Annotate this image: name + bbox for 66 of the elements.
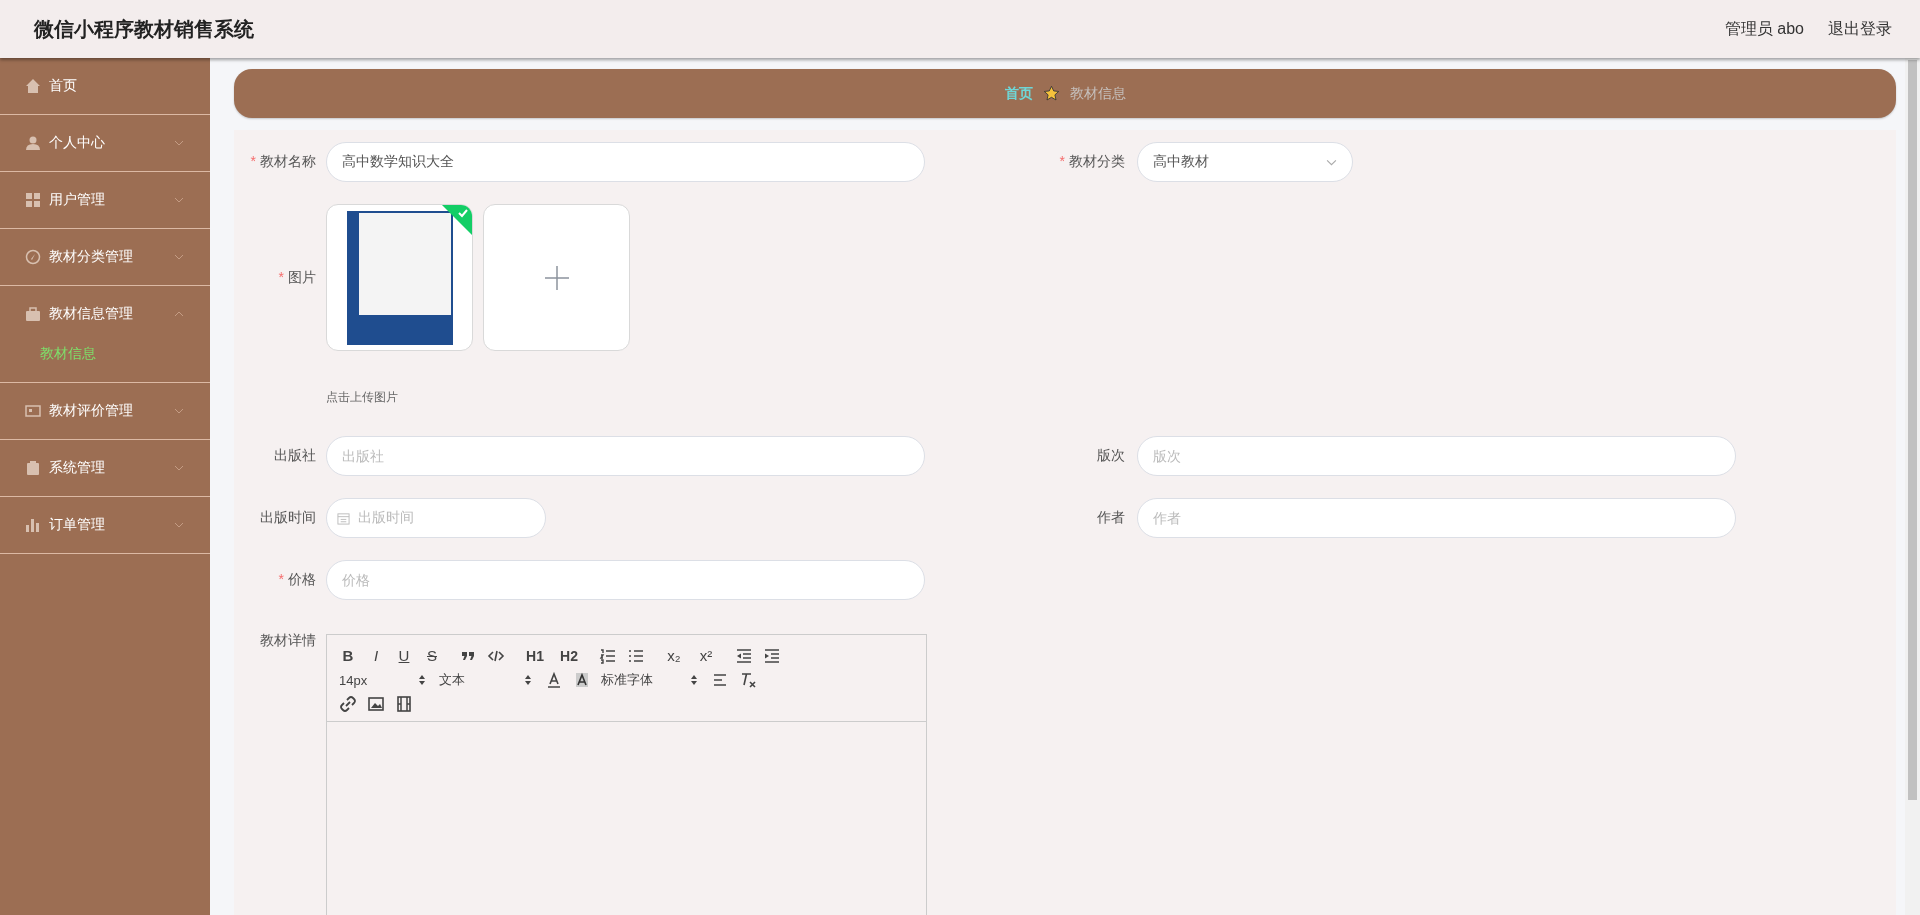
updown-icon <box>419 675 425 685</box>
field-label: 出版时间 <box>259 509 316 527</box>
star-icon <box>1042 85 1060 102</box>
picture-icon <box>25 403 41 419</box>
price-input[interactable]: 价格 <box>326 560 925 600</box>
sidebar-item[interactable]: 首页 <box>0 58 210 114</box>
picker-select[interactable]: 标准字体 <box>601 671 701 689</box>
chevron-down-icon <box>1326 158 1337 166</box>
sidebar-item[interactable]: 教材分类管理 <box>0 229 210 285</box>
sup-button[interactable]: x² <box>695 647 717 665</box>
image-icon[interactable] <box>367 695 385 713</box>
numbered-list-icon[interactable] <box>599 647 617 665</box>
edition-input[interactable]: 版次 <box>1137 436 1736 476</box>
field-label: * 教材分类 <box>1058 153 1125 171</box>
sidebar-item[interactable]: 订单管理 <box>0 497 210 553</box>
bar-chart-icon <box>25 517 41 533</box>
logout-link[interactable]: 退出登录 <box>1828 18 1892 40</box>
field-label: * 教材名称 <box>249 153 316 171</box>
align-left-icon[interactable] <box>711 671 729 689</box>
name-input[interactable]: 高中数学知识大全 <box>326 142 925 182</box>
plus-icon <box>544 265 569 290</box>
field-label: 版次 <box>1096 447 1125 465</box>
link-icon[interactable] <box>339 695 357 713</box>
breadcrumb-item: 教材信息 <box>1069 84 1126 103</box>
picker-select[interactable]: 14px <box>339 672 429 688</box>
admin-user: 管理员 abo <box>1724 18 1804 39</box>
strike-button[interactable]: S <box>423 647 441 665</box>
bullet-list-icon[interactable] <box>627 647 645 665</box>
grid-icon <box>25 192 41 208</box>
upload-hint: 点击上传图片 <box>326 389 398 406</box>
highlight-icon[interactable] <box>573 671 591 689</box>
sidebar-item[interactable]: 个人中心 <box>0 115 210 171</box>
app-title: 微信小程序教材销售系统 <box>34 16 254 42</box>
compass-icon <box>25 249 41 265</box>
updown-icon <box>525 675 531 685</box>
clear-format-icon[interactable] <box>739 671 757 689</box>
category-select[interactable]: 高中教材 <box>1137 142 1353 182</box>
updown-icon <box>691 675 697 685</box>
heading-button[interactable]: H1 <box>523 647 547 665</box>
sidebar-item[interactable]: 用户管理 <box>0 172 210 228</box>
field-label: 作者 <box>1096 509 1125 527</box>
sidebar-item[interactable]: 系统管理 <box>0 440 210 496</box>
sidebar-item[interactable]: 教材评价管理 <box>0 383 210 439</box>
outdent-icon[interactable] <box>735 647 753 665</box>
picker-select[interactable]: 文本 <box>439 671 535 689</box>
clipboard-icon <box>25 460 41 476</box>
field-label: * 图片 <box>277 268 316 287</box>
sub-button[interactable]: x₂ <box>663 647 685 665</box>
field-label: * 价格 <box>277 571 316 589</box>
image-card[interactable] <box>326 204 473 351</box>
scrollbar[interactable] <box>1905 58 1920 915</box>
author-input[interactable]: 作者 <box>1137 498 1736 538</box>
field-label: 教材详情 <box>259 632 316 650</box>
heading-button[interactable]: H2 <box>557 647 581 665</box>
text-color-icon[interactable] <box>545 671 563 689</box>
user-icon <box>25 135 41 151</box>
indent-icon[interactable] <box>763 647 781 665</box>
publisher-input[interactable]: 出版社 <box>326 436 925 476</box>
briefcase-icon <box>25 306 41 322</box>
underline-button[interactable]: U <box>395 647 413 665</box>
field-label: 出版社 <box>273 447 316 465</box>
calendar-icon <box>337 511 350 525</box>
film-icon[interactable] <box>395 695 413 713</box>
home-icon <box>25 78 41 94</box>
italic-button[interactable]: I <box>367 647 385 665</box>
bold-button[interactable]: B <box>339 647 357 665</box>
